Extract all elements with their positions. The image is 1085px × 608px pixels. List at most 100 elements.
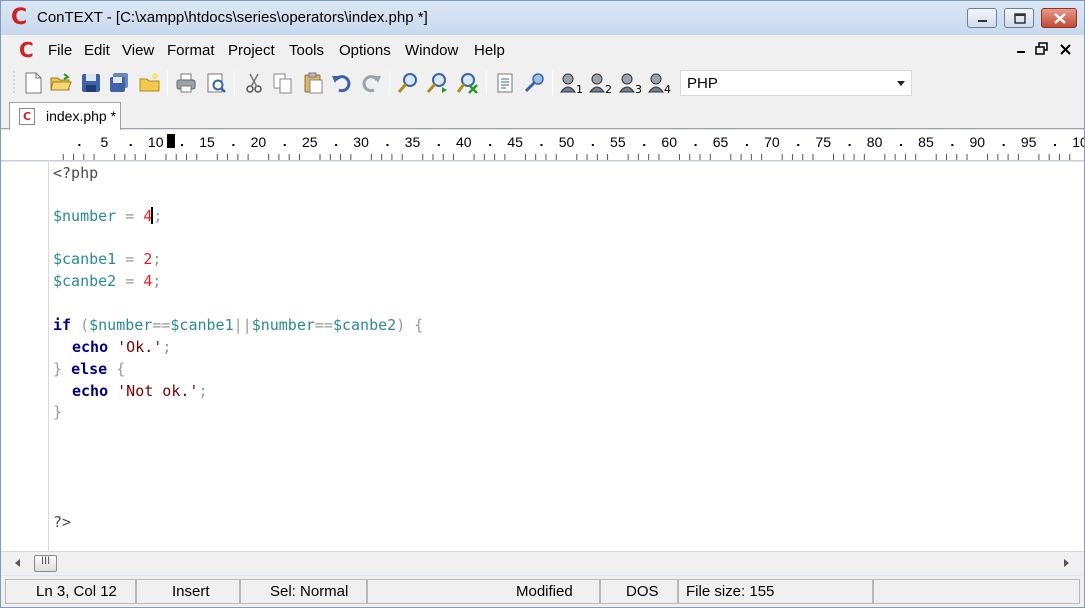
ruler-label: 75 [815, 134, 831, 150]
minimize-button[interactable] [967, 8, 997, 28]
ruler-dot [386, 144, 389, 146]
operator-token: = [116, 272, 144, 290]
document-menu-icon[interactable]: C [19, 39, 34, 61]
ruler-label: 30 [353, 134, 369, 150]
mdi-minimize-icon[interactable] [1014, 40, 1028, 62]
operator-token: ; [162, 338, 172, 356]
ruler-dot [1002, 144, 1005, 146]
status-position: Ln 3, Col 12 [5, 579, 136, 604]
scrollbar-thumb[interactable]: III [34, 555, 57, 572]
save-all-icon[interactable] [107, 71, 131, 95]
variable-token: $number [89, 316, 153, 334]
menu-window[interactable]: Window [405, 42, 458, 59]
maximize-icon [1014, 13, 1026, 24]
svg-text:4: 4 [664, 83, 671, 95]
find-next-icon[interactable] [425, 71, 449, 95]
menu-project[interactable]: Project [228, 42, 275, 59]
code-line: echo 'Ok.'; [72, 337, 171, 357]
ruler-label: 65 [713, 134, 729, 150]
user-exec-2-icon[interactable]: 2 [588, 71, 612, 96]
status-mode-text: Insert [172, 583, 210, 600]
code-line: } [53, 402, 62, 422]
highlighter-select[interactable]: PHP [680, 70, 912, 96]
ruler-label: 10 [1072, 134, 1084, 150]
ruler-label: 85 [918, 134, 934, 150]
code-line: ?> [53, 512, 71, 532]
new-file-icon[interactable] [21, 71, 45, 95]
operator-token: ; [153, 207, 163, 225]
scroll-right-icon[interactable] [1064, 559, 1069, 567]
title-bar[interactable]: C ConTEXT - [C:\xampp\htdocs\series\oper… [1, 1, 1084, 35]
cut-icon[interactable] [242, 71, 266, 95]
ruler-dot [232, 144, 235, 146]
ruler-label: 25 [302, 134, 318, 150]
tab-index-php[interactable]: C index.php * [9, 102, 121, 130]
highlighter-value: PHP [687, 75, 718, 92]
tools-icon[interactable] [522, 71, 546, 95]
variable-token: $canbe1 [170, 316, 234, 334]
minimize-icon [978, 20, 987, 22]
ruler-label: 45 [507, 134, 523, 150]
menu-tools[interactable]: Tools [289, 42, 324, 59]
code-editor[interactable]: <?php $number = 4; $canbe1 = 2; $canbe2 … [1, 162, 1084, 551]
menu-bar: C File Edit View Format Project Tools Op… [1, 35, 1084, 65]
operator-token: = [116, 207, 144, 225]
ruler-dot [335, 144, 338, 146]
menu-help[interactable]: Help [474, 42, 505, 59]
menu-format[interactable]: Format [167, 42, 215, 59]
ruler-label: 5 [100, 134, 108, 150]
toolbar-separator [486, 71, 487, 95]
close-icon [1054, 13, 1066, 24]
find-icon[interactable] [396, 71, 420, 95]
code-line: } else { [53, 359, 125, 379]
toolbar: 1 2 3 4 PHP [1, 65, 1084, 101]
paste-icon[interactable] [301, 71, 325, 95]
menu-view[interactable]: View [122, 42, 154, 59]
save-icon[interactable] [79, 71, 103, 95]
scroll-left-icon[interactable] [15, 559, 20, 567]
keyword-token: if [53, 316, 72, 334]
operator-token: == [152, 316, 171, 334]
operator-token: ; [152, 250, 162, 268]
horizontal-scrollbar[interactable]: III [1, 551, 1084, 575]
menu-options[interactable]: Options [339, 42, 391, 59]
open-folder-icon[interactable] [138, 71, 162, 95]
operator-token: } [53, 403, 63, 421]
open-file-icon[interactable] [49, 71, 73, 95]
php-file-icon: C [19, 108, 35, 125]
user-exec-3-icon[interactable]: 3 [618, 71, 642, 96]
mdi-close-icon[interactable] [1059, 40, 1073, 62]
gutter-divider [48, 162, 49, 551]
replace-icon[interactable] [455, 71, 479, 95]
ruler-label: 55 [610, 134, 626, 150]
svg-text:2: 2 [605, 83, 612, 95]
code-line: <?php [53, 163, 98, 183]
variable-token: $canbe1 [53, 250, 117, 268]
php-open-tag: <?php [53, 164, 99, 182]
redo-icon[interactable] [359, 71, 383, 95]
status-selection-text: Sel: Normal [270, 583, 349, 600]
chevron-down-icon [897, 81, 905, 86]
variable-token: $number [251, 316, 315, 334]
menu-file[interactable]: File [48, 42, 72, 59]
user-exec-1-icon[interactable]: 1 [559, 71, 583, 96]
mdi-restore-icon[interactable] [1035, 40, 1049, 62]
code-line: if ($number==$canbe1||$number==$canbe2) … [53, 315, 423, 335]
menu-edit[interactable]: Edit [84, 42, 110, 59]
number-token: 4 [143, 272, 153, 290]
operator-token: { [107, 360, 126, 378]
ruler-label: 40 [456, 134, 472, 150]
code-line: echo 'Not ok.'; [72, 381, 207, 401]
print-icon[interactable] [174, 71, 198, 95]
document-properties-icon[interactable] [493, 71, 517, 95]
undo-icon[interactable] [330, 71, 354, 95]
code-line: $number = 4; [53, 206, 162, 226]
status-line-endings-text: DOS [626, 583, 659, 600]
user-exec-4-icon[interactable]: 4 [647, 71, 671, 96]
maximize-button[interactable] [1004, 8, 1034, 28]
operator-token: == [314, 316, 333, 334]
toolbar-grip-icon [13, 71, 15, 95]
copy-icon[interactable] [271, 71, 295, 95]
close-button[interactable] [1041, 8, 1077, 28]
print-preview-icon[interactable] [204, 71, 228, 95]
